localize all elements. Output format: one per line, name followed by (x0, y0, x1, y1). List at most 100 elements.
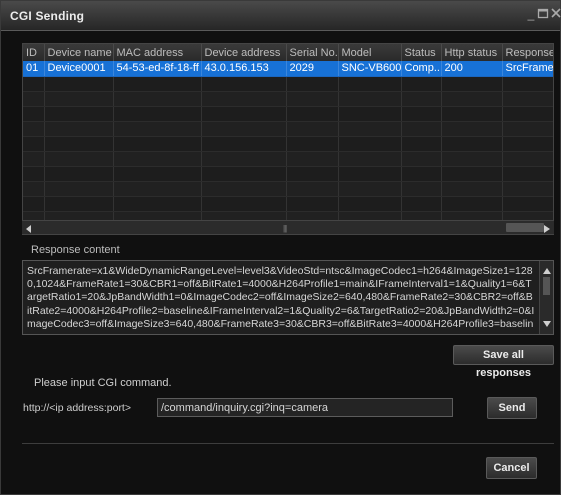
empty-cell (23, 121, 45, 137)
response-content-box[interactable]: SrcFramerate=x1&WideDynamicRangeLevel=le… (22, 260, 554, 335)
empty-cell (441, 121, 503, 137)
scroll-up-arrow-icon[interactable] (543, 265, 551, 277)
empty-cell (401, 151, 442, 167)
table-row-empty[interactable] (23, 106, 553, 122)
send-button[interactable]: Send (487, 397, 537, 419)
column-header-device-name[interactable]: Device name (44, 44, 114, 61)
empty-cell (502, 136, 553, 152)
scrollbar-thumb[interactable] (506, 223, 544, 232)
empty-cell (338, 136, 402, 152)
save-all-responses-button[interactable]: Save all responses (453, 345, 554, 379)
cgi-command-input[interactable] (157, 398, 453, 417)
cancel-button[interactable]: Cancel (486, 457, 537, 479)
url-prefix-label: http://<ip address:port> (23, 402, 131, 414)
empty-cell (286, 181, 339, 197)
table-row-empty[interactable] (23, 166, 553, 182)
response-content-label: Response content (31, 244, 120, 256)
empty-cell (201, 91, 287, 107)
empty-cell (502, 76, 553, 92)
column-header-device-address[interactable]: Device address (201, 44, 287, 61)
empty-cell (401, 181, 442, 197)
empty-cell (502, 181, 553, 197)
table-row-empty[interactable] (23, 76, 553, 92)
table-row-empty[interactable] (23, 91, 553, 107)
empty-cell (286, 196, 339, 212)
empty-cell (338, 166, 402, 182)
empty-cell (338, 181, 402, 197)
empty-cell (401, 91, 442, 107)
empty-cell (23, 76, 45, 92)
empty-cell (502, 121, 553, 137)
cell-id: 01 (23, 61, 45, 77)
cell-status: Comp... (401, 61, 442, 77)
response-vertical-scrollbar[interactable] (539, 261, 553, 334)
empty-cell (44, 91, 114, 107)
table-horizontal-scrollbar[interactable]: ||| (22, 220, 554, 234)
maximize-icon[interactable] (537, 7, 551, 21)
empty-cell (23, 166, 45, 182)
close-icon[interactable] (550, 7, 561, 21)
empty-cell (502, 91, 553, 107)
scroll-left-arrow-icon[interactable] (26, 224, 32, 236)
table-row[interactable]: 01 Device0001 54-53-ed-8f-18-ff 43.0.156… (23, 61, 553, 77)
empty-cell (201, 106, 287, 122)
empty-cell (286, 166, 339, 182)
cgi-command-prompt: Please input CGI command. (34, 377, 172, 389)
column-header-mac-address[interactable]: MAC address (113, 44, 202, 61)
empty-cell (201, 76, 287, 92)
empty-cell (201, 181, 287, 197)
column-header-model[interactable]: Model (338, 44, 402, 61)
empty-cell (502, 196, 553, 212)
table-row-empty[interactable] (23, 181, 553, 197)
empty-cell (286, 91, 339, 107)
dialog-title: CGI Sending (10, 9, 85, 23)
empty-cell (113, 196, 202, 212)
cell-device-address: 43.0.156.153 (201, 61, 287, 77)
empty-cell (401, 166, 442, 182)
empty-cell (502, 106, 553, 122)
empty-cell (44, 121, 114, 137)
response-content-text[interactable]: SrcFramerate=x1&WideDynamicRangeLevel=le… (27, 265, 535, 333)
empty-cell (286, 121, 339, 137)
column-header-status[interactable]: Status (401, 44, 442, 61)
empty-cell (401, 76, 442, 92)
column-header-serial-no[interactable]: Serial No. (286, 44, 339, 61)
table-row-empty[interactable] (23, 151, 553, 167)
empty-cell (441, 151, 503, 167)
table-row-empty[interactable] (23, 196, 553, 212)
column-header-response[interactable]: Response (502, 44, 553, 61)
empty-cell (23, 181, 45, 197)
scroll-down-arrow-icon[interactable] (543, 318, 551, 330)
cell-device-name: Device0001 (44, 61, 114, 77)
empty-cell (44, 106, 114, 122)
empty-cell (441, 106, 503, 122)
empty-cell (401, 121, 442, 137)
scrollbar-thumb[interactable] (543, 277, 550, 295)
empty-cell (201, 136, 287, 152)
empty-cell (44, 166, 114, 182)
empty-cell (441, 196, 503, 212)
empty-cell (113, 181, 202, 197)
title-bar[interactable]: CGI Sending _ (1, 1, 561, 31)
empty-cell (338, 196, 402, 212)
empty-cell (338, 151, 402, 167)
empty-cell (441, 166, 503, 182)
cell-response: SrcFrame (502, 61, 553, 77)
empty-cell (44, 76, 114, 92)
divider (22, 443, 554, 444)
minimize-icon[interactable]: _ (524, 7, 538, 21)
empty-cell (113, 151, 202, 167)
empty-cell (113, 136, 202, 152)
scroll-right-arrow-icon[interactable] (544, 224, 550, 236)
empty-cell (441, 136, 503, 152)
column-header-http-status[interactable]: Http status (441, 44, 503, 61)
empty-cell (201, 151, 287, 167)
empty-cell (441, 91, 503, 107)
empty-cell (502, 166, 553, 182)
cell-mac-address: 54-53-ed-8f-18-ff (113, 61, 202, 77)
cell-model: SNC-VB600 (338, 61, 402, 77)
table-row-empty[interactable] (23, 136, 553, 152)
table-row-empty[interactable] (23, 121, 553, 137)
cell-http-status: 200 (441, 61, 503, 77)
column-header-id[interactable]: ID (23, 44, 45, 61)
